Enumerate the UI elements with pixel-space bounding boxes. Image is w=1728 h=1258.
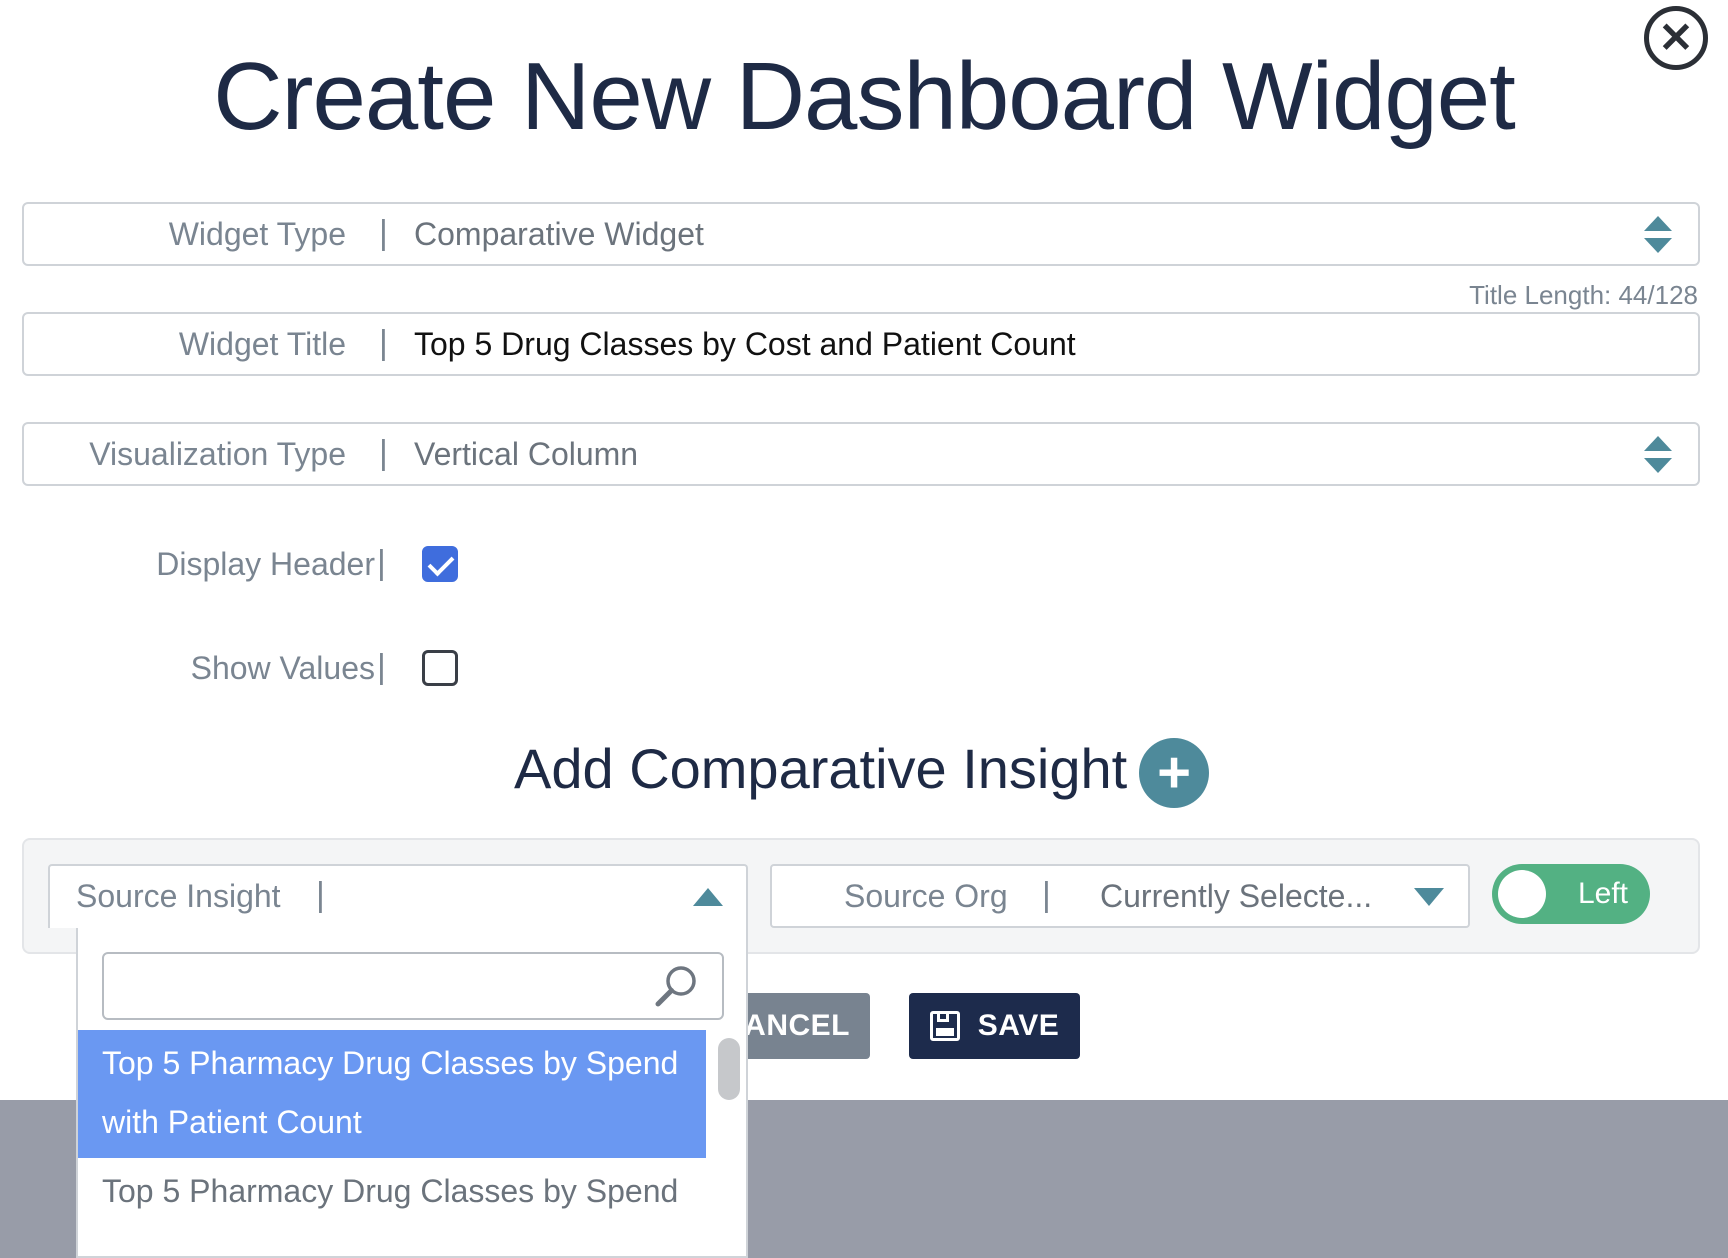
widget-type-value: Comparative Widget	[414, 216, 704, 252]
dropdown-options-list: Top 5 Pharmacy Drug Classes by Spend wit…	[78, 1030, 706, 1227]
visualization-type-value: Vertical Column	[414, 436, 639, 472]
chevron-down-icon[interactable]	[1414, 888, 1444, 906]
dropdown-option[interactable]: Top 5 Pharmacy Drug Classes by Spend	[78, 1158, 706, 1227]
plus-icon[interactable]: +	[1139, 738, 1209, 808]
source-org-select[interactable]: Source Org | Currently Selecte...	[770, 864, 1470, 928]
dropdown-option[interactable]: Top 5 Pharmacy Drug Classes by Spend wit…	[78, 1030, 706, 1158]
widget-type-select[interactable]: Widget Type | Comparative Widget	[22, 202, 1700, 266]
display-header-label: Display Header	[156, 546, 375, 582]
comparative-insight-heading: Add Comparative Insight	[514, 737, 1128, 800]
position-toggle[interactable]: Left	[1492, 864, 1650, 924]
source-org-label: Source Org	[844, 878, 1008, 914]
widget-title-label: Widget Title	[178, 326, 346, 362]
source-insight-dropdown: Top 5 Pharmacy Drug Classes by Spend wit…	[76, 928, 748, 1258]
dropdown-scrollbar[interactable]	[718, 1038, 740, 1256]
field-separator: |	[379, 324, 388, 362]
cancel-button-label: ANCEL	[744, 1009, 850, 1042]
source-insight-label: Source Insight	[76, 878, 281, 914]
widget-title-input[interactable]: Top 5 Drug Classes by Cost and Patient C…	[414, 314, 1076, 374]
toggle-label: Left	[1577, 877, 1628, 910]
dropdown-option-label: Top 5 Pharmacy Drug Classes by Spend	[102, 1173, 679, 1209]
select-stepper-icon[interactable]	[1641, 216, 1675, 256]
field-separator: |	[316, 876, 325, 914]
field-separator: |	[379, 214, 388, 252]
cancel-button[interactable]: ANCEL	[740, 993, 870, 1059]
show-values-label: Show Values	[190, 650, 375, 686]
checkmark-icon	[427, 549, 455, 577]
dropdown-search-input[interactable]	[102, 952, 724, 1020]
title-length-counter: Title Length: 44/128	[1469, 280, 1698, 310]
dropdown-option-label: Top 5 Pharmacy Drug Classes by Spend wit…	[102, 1045, 679, 1140]
show-values-checkbox[interactable]	[422, 650, 458, 686]
field-separator: |	[379, 434, 388, 472]
select-stepper-icon[interactable]	[1641, 436, 1675, 476]
save-button-label: SAVE	[977, 1009, 1060, 1042]
chevron-up-icon[interactable]	[693, 888, 723, 906]
show-values-row: Show Values |	[22, 638, 722, 698]
field-separator: |	[377, 544, 386, 582]
display-header-checkbox[interactable]	[422, 546, 458, 582]
source-insight-select[interactable]: Source Insight |	[48, 864, 748, 928]
field-separator: |	[1042, 876, 1051, 914]
display-header-row: Display Header |	[22, 534, 722, 594]
widget-type-label: Widget Type	[168, 216, 346, 252]
visualization-type-label: Visualization Type	[89, 436, 346, 472]
scrollbar-thumb[interactable]	[718, 1038, 740, 1100]
visualization-type-select[interactable]: Visualization Type | Vertical Column	[22, 422, 1700, 486]
search-icon	[655, 966, 696, 1007]
toggle-knob	[1498, 870, 1546, 918]
source-org-value: Currently Selecte...	[1100, 878, 1373, 914]
field-separator: |	[377, 648, 386, 686]
dialog-title: Create New Dashboard Widget	[213, 43, 1516, 150]
widget-title-field[interactable]: Widget Title | Top 5 Drug Classes by Cos…	[22, 312, 1700, 376]
floppy-disk-icon	[929, 1011, 960, 1041]
save-button[interactable]: SAVE	[909, 993, 1080, 1059]
